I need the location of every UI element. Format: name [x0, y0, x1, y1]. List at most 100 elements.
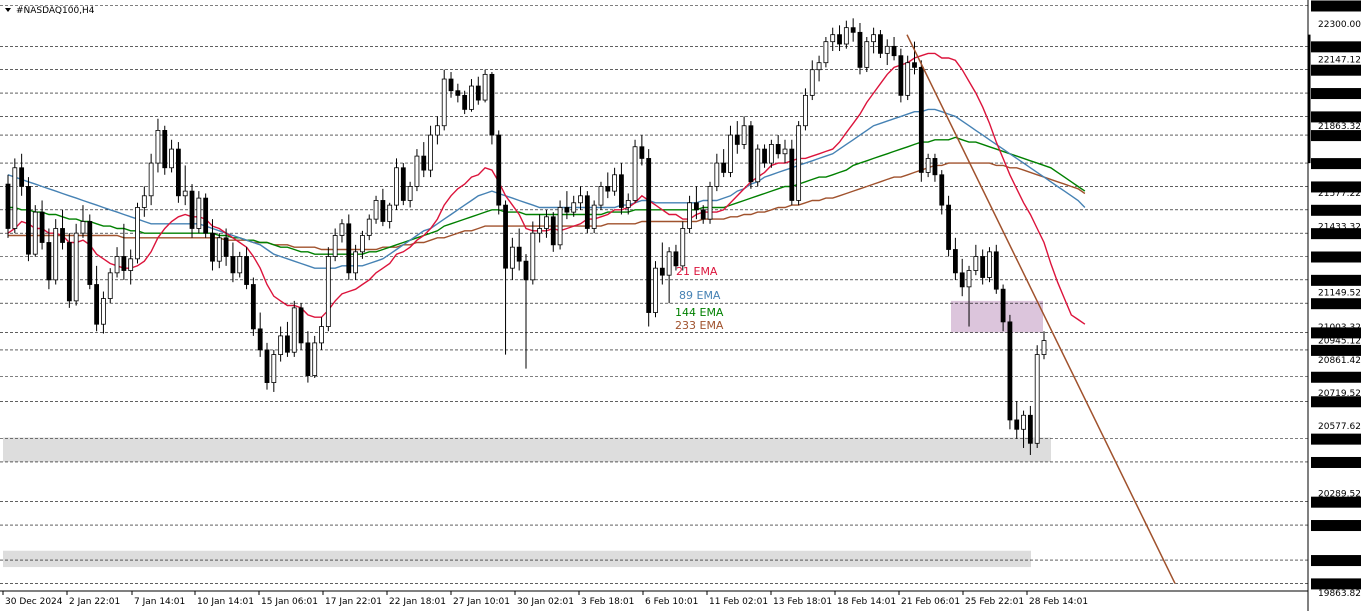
candle[interactable] [905, 55, 911, 101]
candle[interactable] [707, 181, 713, 224]
candle[interactable] [325, 247, 331, 332]
candle[interactable] [748, 121, 754, 189]
candle[interactable] [496, 130, 502, 215]
chart-title: #NASDAQ100,H4 [5, 6, 95, 16]
candle-body [619, 174, 624, 208]
price-chart[interactable]: 21 EMA 89 EMA 144 EMA233 EMA 22375.00 22300… [0, 0, 1362, 611]
date-label: 30 Dec 2024 [5, 597, 63, 607]
candle-body [216, 237, 222, 262]
zone-support-band[interactable] [3, 437, 1051, 462]
date-label: 6 Feb 10:01 [645, 597, 698, 607]
candle-body [264, 349, 270, 383]
candle[interactable] [87, 214, 93, 290]
candle[interactable] [26, 177, 31, 262]
candle-body [332, 235, 338, 257]
candle[interactable] [591, 200, 597, 234]
candle-body [823, 41, 829, 64]
candle-body [380, 200, 386, 222]
price-tick-label: 20680.00 [1314, 398, 1357, 408]
candle-body [469, 85, 474, 110]
candle-body [939, 174, 945, 206]
candle-body [196, 197, 202, 229]
candle-body [946, 204, 951, 250]
candle-body [19, 167, 25, 187]
candle-body [728, 134, 733, 173]
candle[interactable] [346, 214, 352, 280]
candle[interactable] [918, 60, 924, 182]
ema-label: 233 EMA [675, 319, 724, 332]
price-tick-label: 20785.00 [1314, 374, 1357, 384]
price-tick-label: 22300.00 [1318, 20, 1361, 30]
candle[interactable] [898, 48, 904, 103]
candle[interactable] [441, 69, 447, 131]
candle-body [509, 246, 515, 269]
candle-body [741, 125, 747, 145]
candle-body [94, 284, 100, 325]
candle-body [203, 197, 209, 234]
price-tick-label: 21500.00 [1314, 207, 1357, 217]
candle[interactable] [400, 163, 406, 206]
candle[interactable] [135, 202, 140, 264]
date-label: 25 Feb 22:01 [965, 597, 1024, 607]
candle-body [966, 270, 972, 288]
candle[interactable] [250, 277, 256, 336]
candle-body [26, 186, 31, 255]
candle[interactable] [298, 303, 304, 350]
candle-body [101, 298, 106, 325]
candle[interactable] [5, 174, 11, 238]
candle[interactable] [680, 221, 686, 271]
price-tick-label: 20150.00 [1314, 522, 1357, 532]
candle[interactable] [264, 342, 270, 390]
candle-body [578, 195, 583, 204]
candle[interactable] [175, 142, 181, 203]
candle-body [66, 242, 72, 302]
candle[interactable] [1034, 345, 1040, 448]
candle[interactable] [789, 139, 795, 206]
candle[interactable] [864, 37, 870, 73]
candle[interactable] [66, 233, 72, 308]
candle[interactable] [646, 149, 652, 327]
candle-body [148, 162, 154, 197]
candle-body [925, 158, 931, 173]
candle-body [489, 73, 495, 136]
candle[interactable] [291, 300, 297, 357]
candle[interactable] [755, 144, 761, 187]
candle[interactable] [12, 158, 18, 234]
candle-body [210, 232, 215, 262]
candle-body [530, 232, 536, 281]
candle[interactable] [823, 37, 829, 68]
candle-body [918, 66, 924, 173]
candle-body [782, 148, 788, 155]
candle[interactable] [584, 191, 590, 234]
candle[interactable] [162, 125, 168, 175]
candle[interactable] [653, 261, 658, 318]
candle[interactable] [1007, 314, 1013, 430]
candle[interactable] [946, 195, 951, 257]
price-tick-label: 22200.00 [1314, 43, 1357, 53]
candle[interactable] [993, 244, 999, 294]
candle[interactable] [32, 205, 38, 257]
symbol-title: #NASDAQ100,H4 [16, 6, 95, 16]
candle[interactable] [53, 219, 59, 285]
price-tick-label: 21149.52 [1318, 289, 1361, 299]
candle-body [319, 326, 324, 344]
candle-body [141, 195, 147, 208]
candle[interactable] [107, 268, 113, 304]
date-label: 10 Jan 14:01 [197, 597, 254, 607]
candle-body [632, 146, 638, 201]
zone-support-band[interactable] [3, 550, 1031, 568]
candle[interactable] [482, 69, 488, 103]
candle-body [871, 34, 877, 43]
candle[interactable] [203, 193, 209, 238]
candle[interactable] [796, 121, 802, 206]
candle[interactable] [632, 139, 638, 203]
candle-body [775, 144, 781, 155]
candle[interactable] [489, 72, 495, 145]
candle-body [482, 73, 488, 101]
candle[interactable] [557, 200, 563, 250]
candle-body [1021, 414, 1026, 430]
candle-body [646, 158, 652, 313]
zone-resistance-box[interactable] [951, 300, 1043, 333]
candle[interactable] [73, 223, 79, 306]
candle[interactable] [987, 247, 992, 283]
